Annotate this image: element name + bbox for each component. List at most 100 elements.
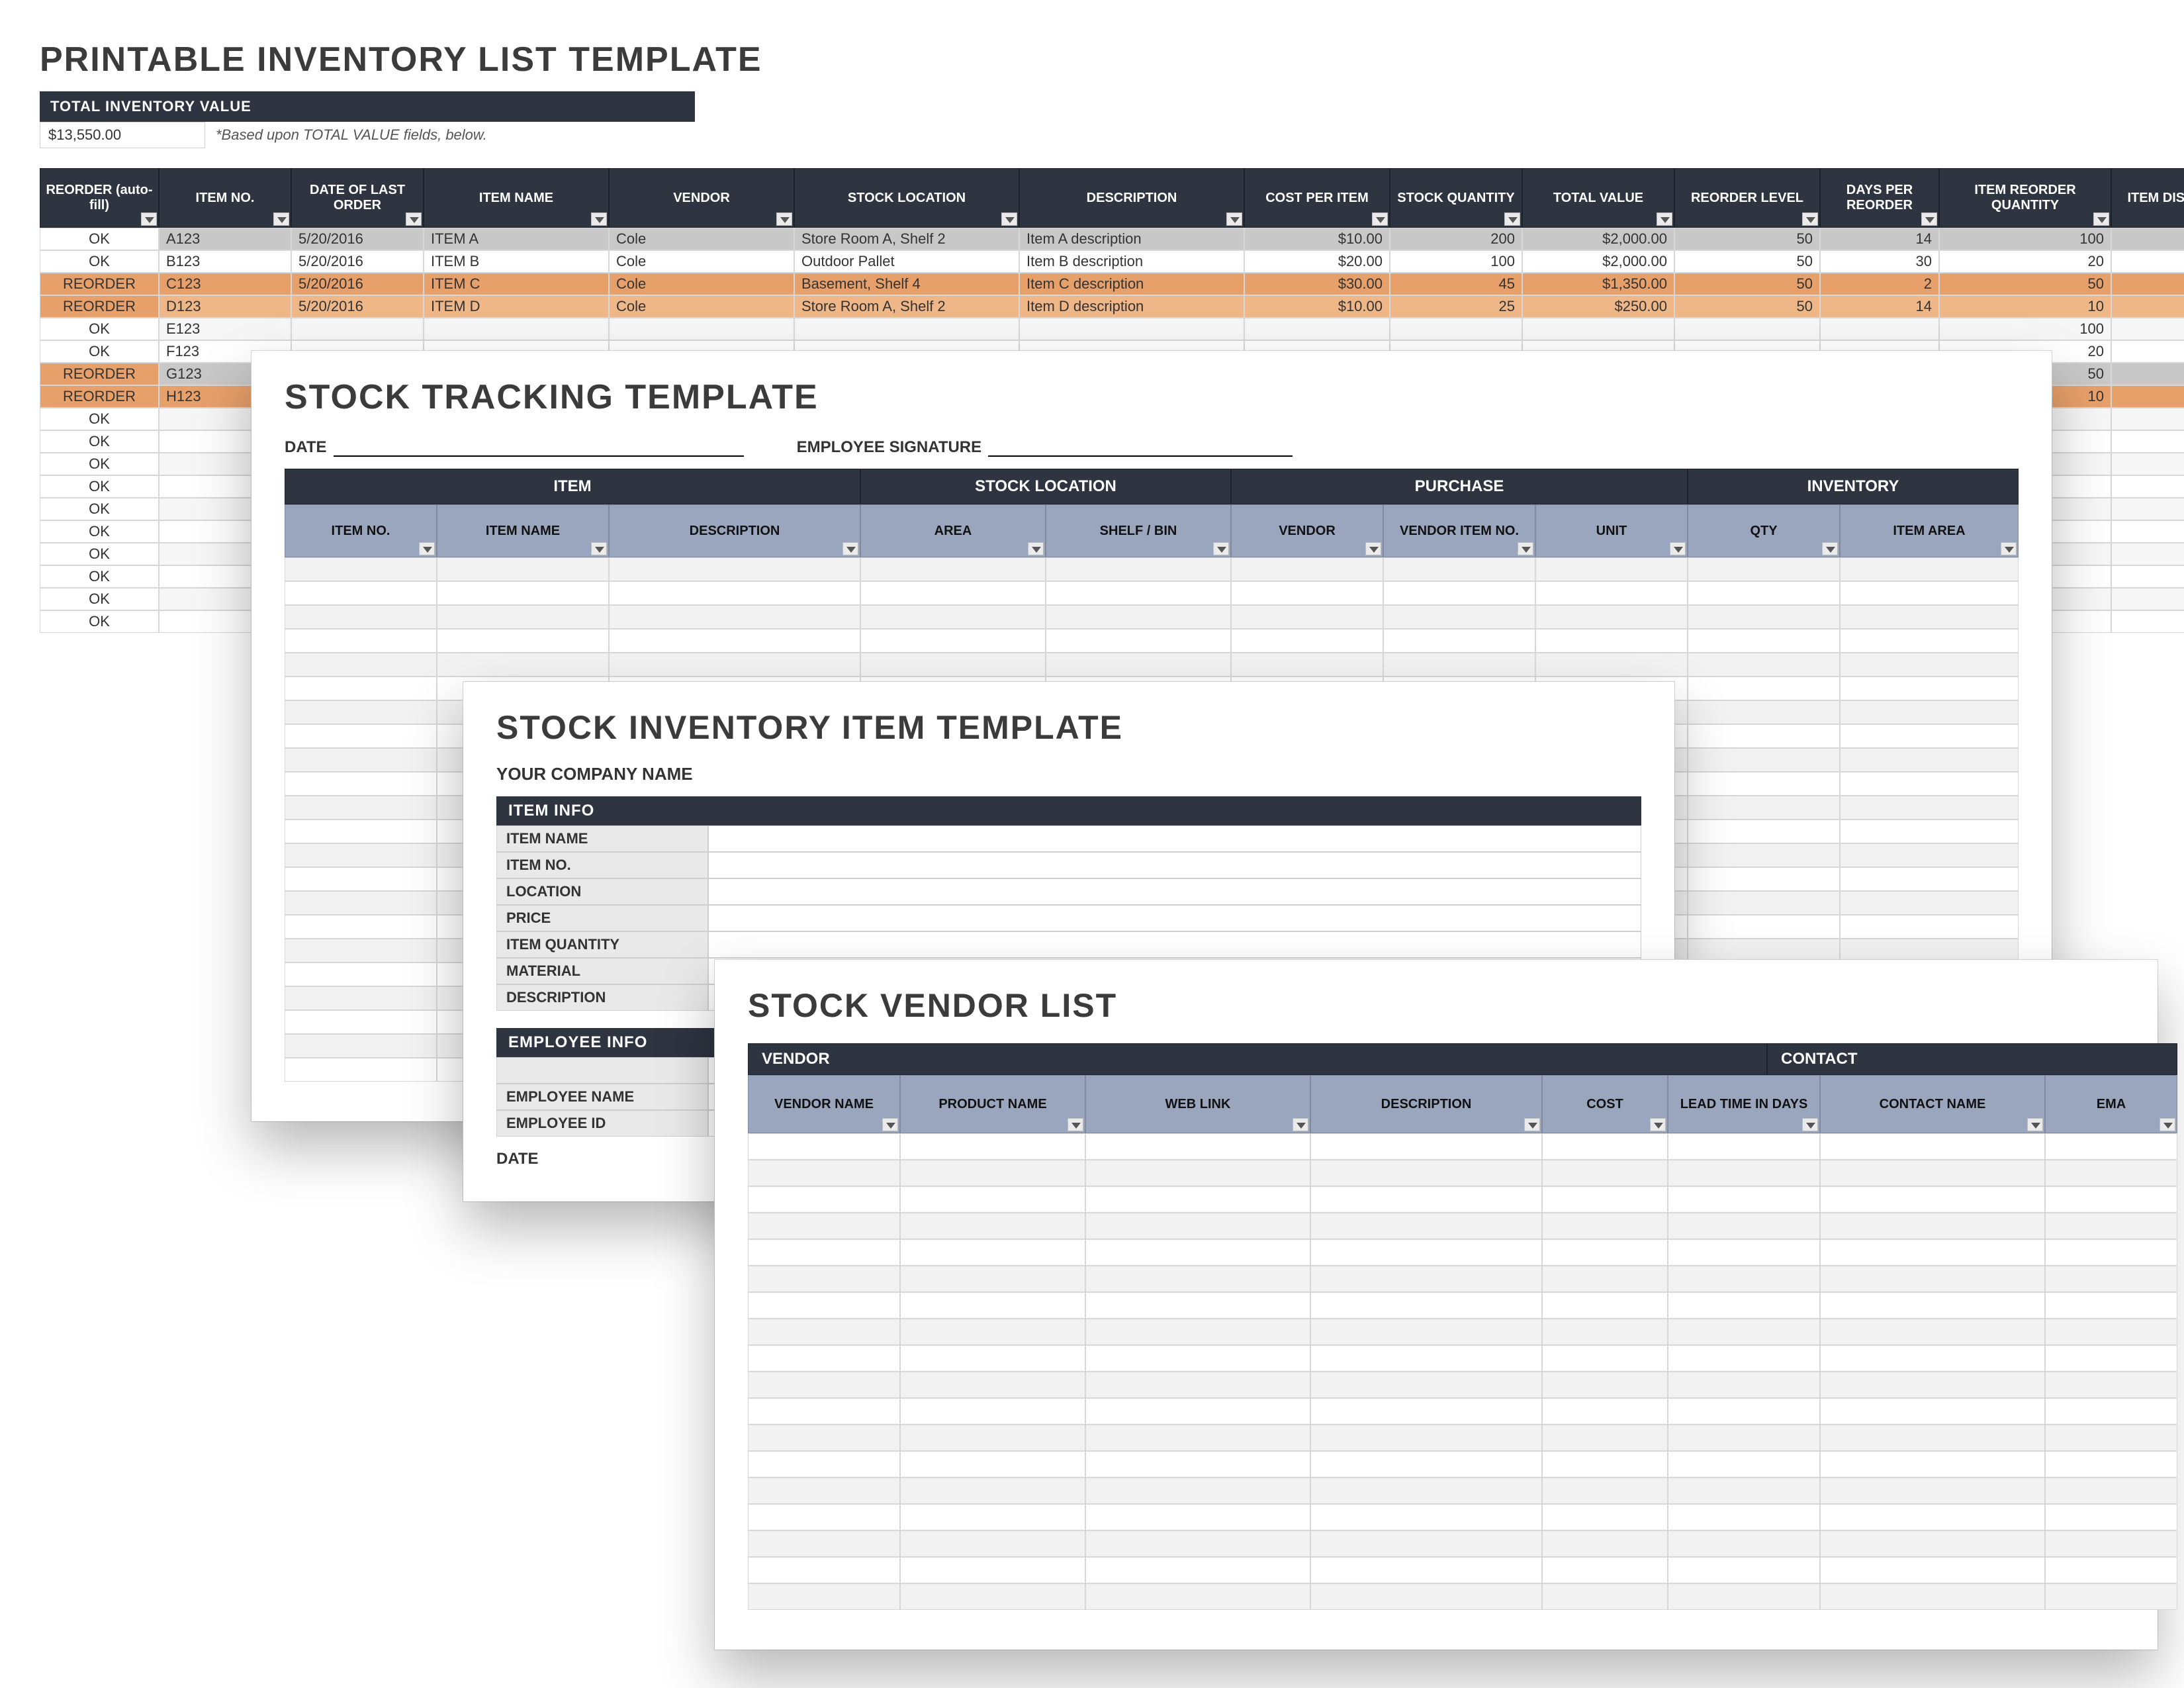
tracking-col-header[interactable]: SHELF / BIN	[1046, 504, 1231, 557]
tracking-date-field[interactable]	[334, 437, 744, 457]
inv-cell[interactable]: Item C description	[1019, 273, 1244, 295]
vendor-cell[interactable]	[900, 1345, 1085, 1372]
tracking-cell[interactable]	[285, 653, 437, 677]
tracking-cell[interactable]	[285, 581, 437, 605]
inv-cell[interactable]: OK	[40, 250, 159, 273]
tracking-cell[interactable]	[285, 1058, 437, 1082]
tracking-cell[interactable]	[1840, 748, 2019, 772]
inv-cell[interactable]: 50	[1939, 273, 2111, 295]
tracking-cell[interactable]	[1688, 772, 1840, 796]
inv-cell[interactable]: $2,000.00	[1522, 250, 1674, 273]
inv-cell[interactable]: 100	[1939, 318, 2111, 340]
vendor-cell[interactable]	[748, 1292, 900, 1319]
vendor-cell[interactable]	[1542, 1292, 1668, 1319]
vendor-cell[interactable]	[1668, 1583, 1820, 1610]
tracking-cell[interactable]	[1383, 605, 1535, 629]
inv-col-header[interactable]: REORDER LEVEL	[1674, 168, 1820, 228]
inv-cell[interactable]: 45	[1390, 273, 1522, 295]
vendor-cell[interactable]	[1085, 1398, 1310, 1425]
inv-cell[interactable]	[794, 318, 1019, 340]
vendor-cell[interactable]	[1085, 1345, 1310, 1372]
tracking-cell[interactable]	[609, 581, 860, 605]
tracking-cell[interactable]	[1840, 629, 2019, 653]
vendor-cell[interactable]	[900, 1477, 1085, 1504]
tracking-cell[interactable]	[1840, 700, 2019, 724]
vendor-cell[interactable]	[1820, 1504, 2045, 1530]
vendor-cell[interactable]	[1085, 1292, 1310, 1319]
inv-cell[interactable]: 25	[1390, 295, 1522, 318]
tracking-cell[interactable]	[1383, 581, 1535, 605]
vendor-cell[interactable]	[1310, 1319, 1542, 1345]
vendor-col-header[interactable]: EMA	[2045, 1075, 2177, 1133]
vendor-cell[interactable]	[748, 1186, 900, 1213]
tracking-cell[interactable]	[285, 843, 437, 867]
vendor-cell[interactable]	[1542, 1477, 1668, 1504]
inv-cell[interactable]: REORDER	[40, 363, 159, 385]
inv-cell[interactable]: Cole	[609, 250, 794, 273]
vendor-cell[interactable]	[1085, 1133, 1310, 1160]
tracking-cell[interactable]	[1840, 867, 2019, 891]
vendor-cell[interactable]	[1542, 1160, 1668, 1186]
inv-cell[interactable]: OK	[40, 565, 159, 588]
vendor-cell[interactable]	[1668, 1160, 1820, 1186]
inv-cell[interactable]: 50	[1674, 273, 1820, 295]
inv-cell[interactable]: OK	[40, 498, 159, 520]
inv-cell[interactable]: Item A description	[1019, 228, 1244, 250]
inv-cell[interactable]: Store Room A, Shelf 2	[794, 295, 1019, 318]
tracking-cell[interactable]	[1688, 748, 1840, 772]
vendor-cell[interactable]	[1310, 1292, 1542, 1319]
tracking-cell[interactable]	[860, 629, 1046, 653]
vendor-cell[interactable]	[1668, 1451, 1820, 1477]
vendor-cell[interactable]	[2045, 1477, 2177, 1504]
vendor-cell[interactable]	[1542, 1530, 1668, 1557]
inv-cell[interactable]: Outdoor Pallet	[794, 250, 1019, 273]
inv-cell[interactable]: 5/20/2016	[291, 228, 424, 250]
vendor-cell[interactable]	[1542, 1319, 1668, 1345]
tracking-col-header[interactable]: ITEM AREA	[1840, 504, 2019, 557]
vendor-cell[interactable]	[748, 1213, 900, 1239]
vendor-cell[interactable]	[748, 1160, 900, 1186]
inv-cell[interactable]: D123	[159, 295, 291, 318]
vendor-cell[interactable]	[1542, 1398, 1668, 1425]
inv-cell[interactable]: B123	[159, 250, 291, 273]
inv-cell[interactable]: Store Room A, Shelf 2	[794, 228, 1019, 250]
vendor-cell[interactable]	[748, 1266, 900, 1292]
inv-cell[interactable]: REORDER	[40, 295, 159, 318]
tracking-col-header[interactable]: AREA	[860, 504, 1046, 557]
vendor-cell[interactable]	[900, 1319, 1085, 1345]
tracking-cell[interactable]	[1688, 915, 1840, 939]
inv-cell[interactable]	[609, 318, 794, 340]
tracking-cell[interactable]	[285, 820, 437, 843]
vendor-cell[interactable]	[900, 1186, 1085, 1213]
tracking-cell[interactable]	[285, 1034, 437, 1058]
vendor-cell[interactable]	[900, 1530, 1085, 1557]
vendor-cell[interactable]	[1668, 1266, 1820, 1292]
inv-col-header[interactable]: ITEM REORDER QUANTITY	[1939, 168, 2111, 228]
vendor-cell[interactable]	[1085, 1477, 1310, 1504]
vendor-cell[interactable]	[2045, 1451, 2177, 1477]
vendor-cell[interactable]	[1542, 1345, 1668, 1372]
vendor-cell[interactable]	[1310, 1451, 1542, 1477]
vendor-cell[interactable]	[1310, 1477, 1542, 1504]
tracking-cell[interactable]	[285, 724, 437, 748]
vendor-cell[interactable]	[1310, 1583, 1542, 1610]
inv-cell[interactable]: OK	[40, 520, 159, 543]
tracking-cell[interactable]	[609, 557, 860, 581]
tracking-cell[interactable]	[285, 748, 437, 772]
inv-cell[interactable]: Cole	[609, 295, 794, 318]
vendor-cell[interactable]	[2045, 1239, 2177, 1266]
vendor-cell[interactable]	[1085, 1213, 1310, 1239]
vendor-cell[interactable]	[1310, 1266, 1542, 1292]
tracking-col-header[interactable]: ITEM NO.	[285, 504, 437, 557]
vendor-cell[interactable]	[1668, 1372, 1820, 1398]
tracking-cell[interactable]	[285, 629, 437, 653]
tracking-cell[interactable]	[285, 796, 437, 820]
vendor-cell[interactable]	[2045, 1372, 2177, 1398]
inv-cell[interactable]	[2111, 588, 2184, 610]
vendor-cell[interactable]	[1310, 1160, 1542, 1186]
tracking-cell[interactable]	[1840, 915, 2019, 939]
inv-cell[interactable]: 5/20/2016	[291, 273, 424, 295]
vendor-cell[interactable]	[1820, 1398, 2045, 1425]
inv-cell[interactable]	[1522, 318, 1674, 340]
vendor-col-header[interactable]: PRODUCT NAME	[900, 1075, 1085, 1133]
